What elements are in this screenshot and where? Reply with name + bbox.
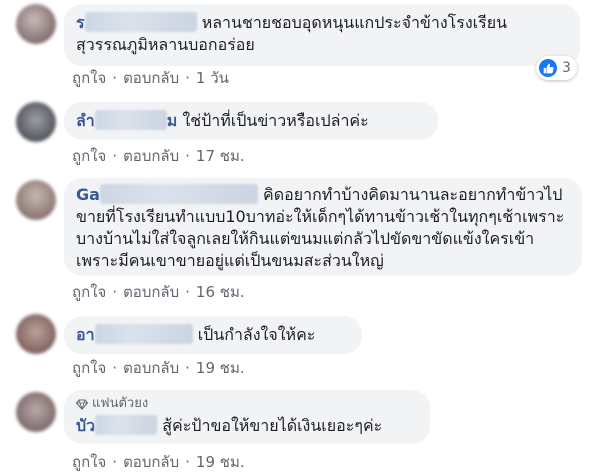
reaction-count: 3	[562, 60, 571, 76]
separator-dot: ·	[112, 283, 118, 301]
redacted-name	[95, 415, 158, 435]
comment-bubble: แฟนตัวยง บัว สู้ค่ะป้าขอให้ขายได้เงินเยอ…	[64, 390, 430, 444]
like-button[interactable]: ถูกใจ	[72, 66, 106, 90]
author-name[interactable]: ร	[76, 12, 197, 32]
diamond-icon	[76, 398, 88, 410]
comment-bubble: ร หลานชายชอบอุดหนุนแกประจำข้างโรงเรียน ส…	[64, 4, 580, 66]
separator-dot: ·	[185, 359, 190, 377]
author-name[interactable]: ลำม	[76, 110, 177, 130]
comment-text: สู้ค่ะป้าขอให้ขายได้เงินเยอะๆค่ะ	[162, 416, 383, 435]
avatar[interactable]	[16, 314, 56, 354]
comment-bubble: Ga คิดอยากทำบ้างคิดมานานละอยากทำข้าวไปขา…	[64, 178, 582, 276]
timestamp[interactable]: 1 วัน	[196, 66, 229, 90]
avatar[interactable]	[16, 102, 56, 142]
comment-text-block: ร หลานชายชอบอุดหนุนแกประจำข้างโรงเรียน ส…	[76, 12, 568, 56]
comment-actions: ถูกใจ · ตอบกลับ · 19 ชม.	[72, 450, 245, 474]
like-button[interactable]: ถูกใจ	[72, 450, 106, 474]
separator-dot: ·	[112, 453, 118, 471]
like-button[interactable]: ถูกใจ	[72, 144, 106, 168]
reply-button[interactable]: ตอบกลับ	[123, 356, 179, 380]
timestamp[interactable]: 16 ชม.	[196, 280, 245, 304]
like-icon	[539, 59, 557, 77]
separator-dot: ·	[112, 69, 118, 87]
comment-actions: ถูกใจ · ตอบกลับ · 1 วัน	[72, 66, 229, 90]
comment-thread: ร หลานชายชอบอุดหนุนแกประจำข้างโรงเรียน ส…	[0, 0, 616, 474]
comment-text: ใช่ป้าที่เป็นข่าวหรือเปล่าค่ะ	[182, 111, 369, 130]
redacted-name	[99, 184, 258, 204]
reply-button[interactable]: ตอบกลับ	[123, 144, 179, 168]
comment-actions: ถูกใจ · ตอบกลับ · 19 ชม.	[72, 356, 245, 380]
separator-dot: ·	[185, 283, 190, 301]
redacted-name	[84, 12, 197, 32]
redacted-name	[94, 324, 193, 344]
comment-text-block: Ga คิดอยากทำบ้างคิดมานานละอยากทำข้าวไปขา…	[76, 184, 570, 272]
reply-button[interactable]: ตอบกลับ	[123, 280, 179, 304]
author-name[interactable]: Ga	[76, 184, 258, 204]
separator-dot: ·	[185, 147, 190, 165]
timestamp[interactable]: 19 ชม.	[196, 356, 245, 380]
comment-text: เป็นกำลังใจให้คะ	[197, 325, 316, 344]
comment-text-block: อา เป็นกำลังใจให้คะ	[76, 324, 350, 346]
like-button[interactable]: ถูกใจ	[72, 356, 106, 380]
separator-dot: ·	[185, 69, 190, 87]
comment-actions: ถูกใจ · ตอบกลับ · 17 ชม.	[72, 144, 245, 168]
avatar[interactable]	[16, 4, 56, 44]
timestamp[interactable]: 19 ชม.	[196, 450, 245, 474]
redacted-name	[94, 110, 167, 130]
badge-label: แฟนตัวยง	[92, 396, 149, 411]
comment-bubble: ลำม ใช่ป้าที่เป็นข่าวหรือเปล่าค่ะ	[64, 102, 438, 140]
comment-bubble: อา เป็นกำลังใจให้คะ	[64, 316, 362, 354]
reaction-count-badge[interactable]: 3	[536, 56, 577, 80]
timestamp[interactable]: 17 ชม.	[196, 144, 245, 168]
author-name[interactable]: อา	[76, 324, 193, 344]
avatar[interactable]	[16, 180, 56, 220]
like-button[interactable]: ถูกใจ	[72, 280, 106, 304]
separator-dot: ·	[112, 147, 118, 165]
comment-actions: ถูกใจ · ตอบกลับ · 16 ชม.	[72, 280, 245, 304]
separator-dot: ·	[185, 453, 190, 471]
reply-button[interactable]: ตอบกลับ	[123, 450, 179, 474]
top-fan-badge: แฟนตัวยง	[76, 396, 418, 412]
author-name[interactable]: บัว	[76, 415, 158, 435]
comment-text-block: ลำม ใช่ป้าที่เป็นข่าวหรือเปล่าค่ะ	[76, 110, 426, 132]
reply-button[interactable]: ตอบกลับ	[123, 66, 179, 90]
avatar[interactable]	[16, 392, 56, 432]
separator-dot: ·	[112, 359, 118, 377]
comment-text-block: บัว สู้ค่ะป้าขอให้ขายได้เงินเยอะๆค่ะ	[76, 415, 418, 437]
